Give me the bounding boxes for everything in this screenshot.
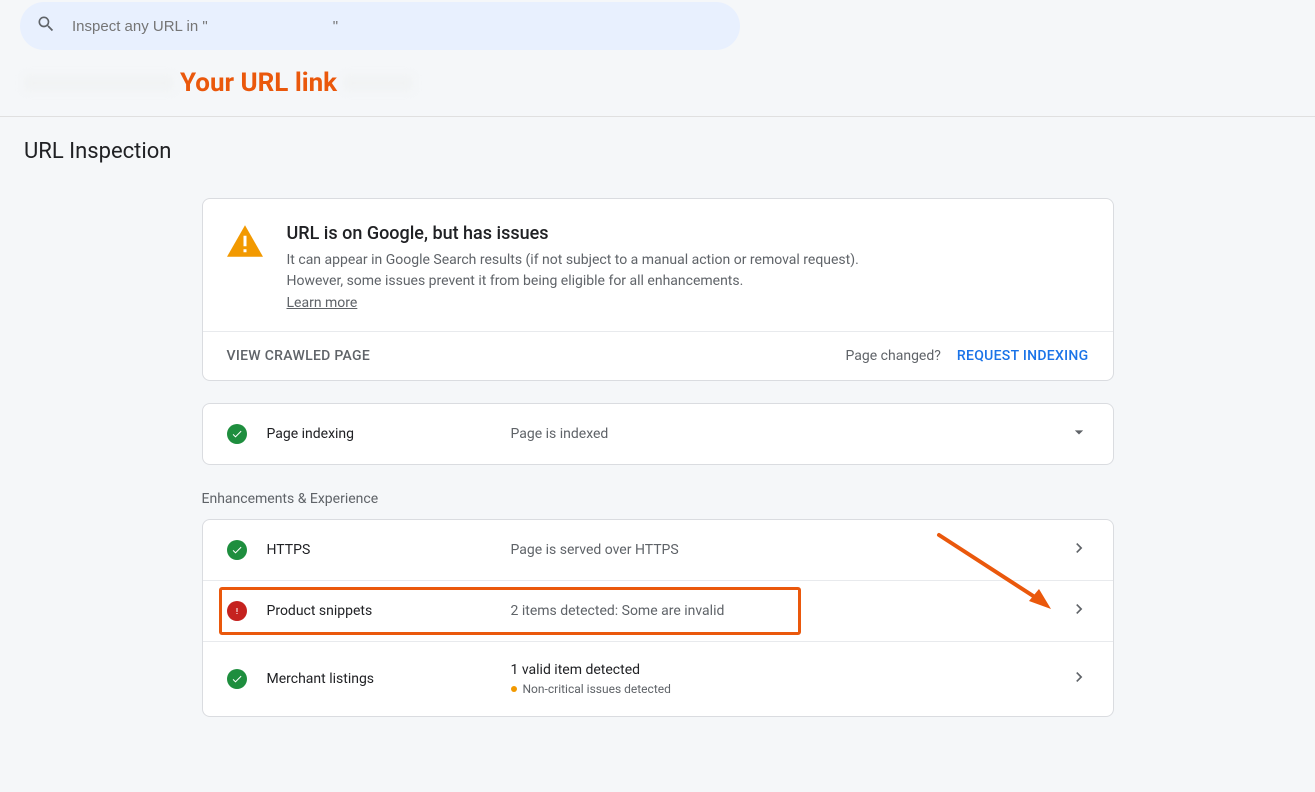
status-title: URL is on Google, but has issues — [287, 223, 907, 244]
url-link-annotation: Your URL link — [180, 68, 337, 98]
merchant-sub-text: Non-critical issues detected — [523, 682, 671, 696]
warning-icon — [227, 225, 263, 311]
chevron-right-icon — [1069, 667, 1089, 691]
https-label: HTTPS — [267, 542, 511, 558]
page-indexing-row[interactable]: Page indexing Page is indexed — [203, 404, 1113, 464]
status-description: It can appear in Google Search results (… — [287, 250, 907, 292]
product-snippets-value: 2 items detected: Some are invalid — [511, 603, 725, 619]
indexing-card: Page indexing Page is indexed — [202, 403, 1114, 465]
status-header: URL is on Google, but has issues It can … — [203, 199, 1113, 331]
merchant-label: Merchant listings — [267, 671, 511, 687]
merchant-listings-row[interactable]: Merchant listings 1 valid item detected … — [203, 641, 1113, 716]
url-inspect-search[interactable] — [20, 2, 740, 50]
enhancements-card: HTTPS Page is served over HTTPS Product … — [202, 519, 1114, 717]
check-icon — [227, 540, 247, 560]
merchant-value: 1 valid item detected — [511, 662, 671, 678]
product-snippets-label: Product snippets — [267, 603, 511, 619]
page-title: URL Inspection — [0, 117, 1315, 164]
warning-dot-icon — [511, 686, 517, 692]
enhancements-heading: Enhancements & Experience — [202, 491, 1114, 507]
merchant-value-group: 1 valid item detected Non-critical issue… — [511, 662, 671, 696]
check-icon — [227, 424, 247, 444]
error-icon — [227, 601, 247, 621]
status-card: URL is on Google, but has issues It can … — [202, 198, 1114, 381]
https-row[interactable]: HTTPS Page is served over HTTPS — [203, 520, 1113, 580]
chevron-down-icon — [1069, 422, 1089, 446]
chevron-right-icon — [1069, 599, 1089, 623]
search-icon — [36, 14, 56, 38]
status-card-actions: VIEW CRAWLED PAGE Page changed? REQUEST … — [203, 331, 1113, 380]
chevron-right-icon — [1069, 538, 1089, 562]
main-panel: URL is on Google, but has issues It can … — [202, 198, 1114, 717]
learn-more-link[interactable]: Learn more — [287, 295, 358, 311]
https-value: Page is served over HTTPS — [511, 542, 679, 558]
inspected-url-row: Your URL link — [0, 50, 1315, 117]
view-crawled-button[interactable]: VIEW CRAWLED PAGE — [227, 348, 371, 364]
redacted-text — [343, 75, 413, 91]
search-input[interactable] — [72, 18, 724, 35]
indexing-label: Page indexing — [267, 426, 511, 442]
page-changed-label: Page changed? — [846, 348, 941, 364]
check-icon — [227, 669, 247, 689]
request-indexing-button[interactable]: REQUEST INDEXING — [957, 348, 1089, 364]
merchant-sub: Non-critical issues detected — [511, 682, 671, 696]
product-snippets-row[interactable]: Product snippets 2 items detected: Some … — [203, 580, 1113, 641]
indexing-value: Page is indexed — [511, 426, 609, 442]
redacted-text — [24, 75, 174, 91]
